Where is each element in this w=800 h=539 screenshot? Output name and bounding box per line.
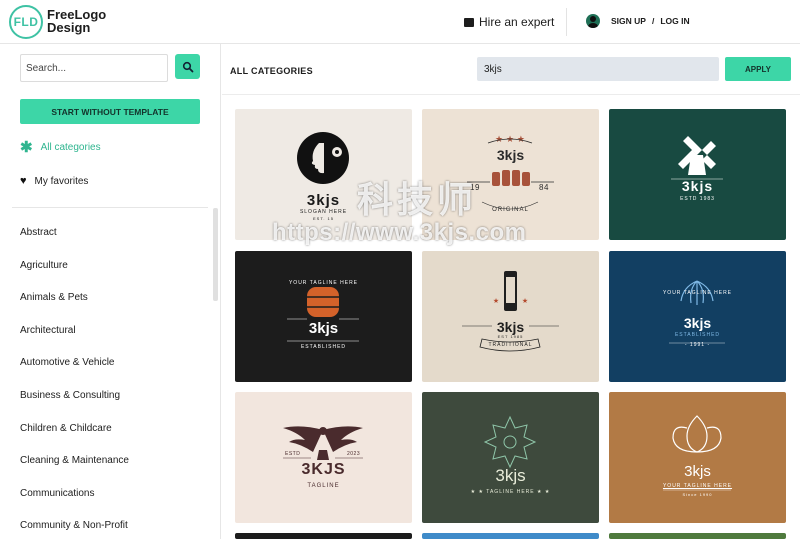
- top-header: FLD FreeLogo Design Hire an expert SIGN …: [0, 0, 800, 44]
- template-card[interactable]: 3kjs YOUR TAGLINE HERE Since 1990: [609, 392, 786, 523]
- card-tagline: TAGLINE: [307, 483, 340, 489]
- main-divider: [222, 94, 800, 95]
- search-button[interactable]: [175, 54, 200, 79]
- template-card[interactable]: 3kjs ★ ★ TAGLINE HERE ★ ★: [422, 392, 599, 523]
- card-small: Since 1990: [682, 492, 713, 497]
- logo-mark[interactable]: FLD: [9, 5, 43, 39]
- nav-all-label: All categories: [40, 142, 101, 153]
- card-year-right: 84: [539, 183, 549, 192]
- star-ornament-icon: [483, 415, 537, 469]
- search-input[interactable]: [20, 54, 168, 82]
- category-list: Abstract Agriculture Animals & Pets Arch…: [20, 227, 129, 539]
- watermark-url: https://www.3kjs.com: [272, 219, 527, 246]
- hire-expert-link[interactable]: Hire an expert: [464, 15, 554, 29]
- windmill-icon: [671, 136, 723, 180]
- start-without-template-button[interactable]: START WITHOUT TEMPLATE: [20, 99, 200, 124]
- card-sub: ESTD 1983: [680, 196, 715, 202]
- card-small: EST 1985: [497, 334, 524, 339]
- card-arc: YOUR TAGLINE HERE: [288, 280, 359, 286]
- card-right: 2023: [347, 451, 361, 457]
- auth-separator: /: [651, 16, 655, 26]
- user-avatar-icon[interactable]: [586, 14, 600, 28]
- nav-all-categories[interactable]: ✱ All categories: [20, 138, 101, 156]
- asterisk-icon: ✱: [20, 138, 33, 156]
- header-divider: [566, 8, 567, 36]
- can-icon: ★ ★: [462, 271, 559, 352]
- heart-icon: ♥: [20, 175, 27, 187]
- template-card[interactable]: YOUR TAGLINE HERE 3kjs ESTABLISHED: [235, 251, 412, 382]
- card-tagline: ★ ★ TAGLINE HERE ★ ★: [470, 489, 551, 495]
- template-card[interactable]: ESTD 2023 3KJS TAGLINE: [235, 392, 412, 523]
- category-item[interactable]: Agriculture: [20, 260, 129, 293]
- sidebar-scrollbar[interactable]: [213, 208, 218, 301]
- sidebar-divider: [12, 207, 208, 208]
- nav-fav-label: My favorites: [34, 175, 89, 187]
- category-item[interactable]: Architectural: [20, 325, 129, 358]
- logo-wordmark[interactable]: FreeLogo Design: [47, 8, 106, 34]
- category-item[interactable]: Abstract: [20, 227, 129, 260]
- template-card[interactable]: 3kjs ESTD 1983: [609, 109, 786, 240]
- card-left: ESTD: [285, 451, 301, 457]
- auth-links: SIGN UP / LOG IN: [611, 16, 690, 26]
- card-arc: YOUR TAGLINE HERE: [662, 290, 733, 296]
- card-sub: ESTABLISHED: [674, 332, 721, 338]
- template-card[interactable]: YOUR TAGLINE HERE 3kjs ESTABLISHED - 199…: [609, 251, 786, 382]
- card-year: - 1991 -: [684, 342, 711, 348]
- apply-button[interactable]: APPLY: [725, 57, 791, 81]
- category-item[interactable]: Business & Consulting: [20, 390, 129, 423]
- template-card[interactable]: [609, 533, 786, 539]
- lotus-icon: [663, 415, 731, 491]
- svg-text:★: ★: [493, 297, 499, 305]
- sidebar: START WITHOUT TEMPLATE ✱ All categories …: [0, 44, 221, 539]
- watermark-cn: 科技师: [357, 179, 478, 220]
- nav-my-favorites[interactable]: ♥ My favorites: [20, 175, 88, 187]
- category-search-input[interactable]: [477, 57, 719, 81]
- card-name: 3kjs: [684, 463, 711, 480]
- hire-label: Hire an expert: [479, 15, 555, 29]
- logo-line2: Design: [47, 20, 91, 35]
- category-item[interactable]: Animals & Pets: [20, 292, 129, 325]
- category-item[interactable]: Children & Childcare: [20, 423, 129, 456]
- template-card[interactable]: ★ ★ 3kjs EST 1985 TRADITIONAL: [422, 251, 599, 382]
- card-name: 3kjs: [496, 319, 525, 335]
- category-item[interactable]: Community & Non-Profit: [20, 520, 129, 539]
- category-item[interactable]: Automotive & Vehicle: [20, 357, 129, 390]
- card-name: 3KJS: [301, 461, 346, 478]
- search-icon: [182, 61, 193, 72]
- template-card[interactable]: [422, 533, 599, 539]
- card-ribbon: TRADITIONAL: [488, 342, 533, 348]
- template-card[interactable]: [235, 533, 412, 539]
- eagle-icon: [283, 426, 363, 460]
- sign-up-link[interactable]: SIGN UP: [611, 16, 646, 26]
- card-name: 3kjs: [683, 315, 712, 331]
- category-item[interactable]: Cleaning & Maintenance: [20, 455, 129, 488]
- barrel-icon: [287, 287, 359, 342]
- card-tagline: YOUR TAGLINE HERE: [662, 483, 733, 489]
- card-sub: ESTABLISHED: [300, 344, 347, 350]
- card-name: 3kjs: [496, 147, 525, 163]
- category-item[interactable]: Communications: [20, 488, 129, 521]
- log-in-link[interactable]: LOG IN: [660, 16, 689, 26]
- card-name: 3kjs: [495, 466, 526, 485]
- svg-text:★: ★: [522, 297, 528, 305]
- card-name: 3kjs: [308, 320, 339, 337]
- page-title: ALL CATEGORIES: [230, 66, 313, 76]
- briefcase-icon: [464, 17, 474, 27]
- card-name: 3kjs: [681, 178, 714, 194]
